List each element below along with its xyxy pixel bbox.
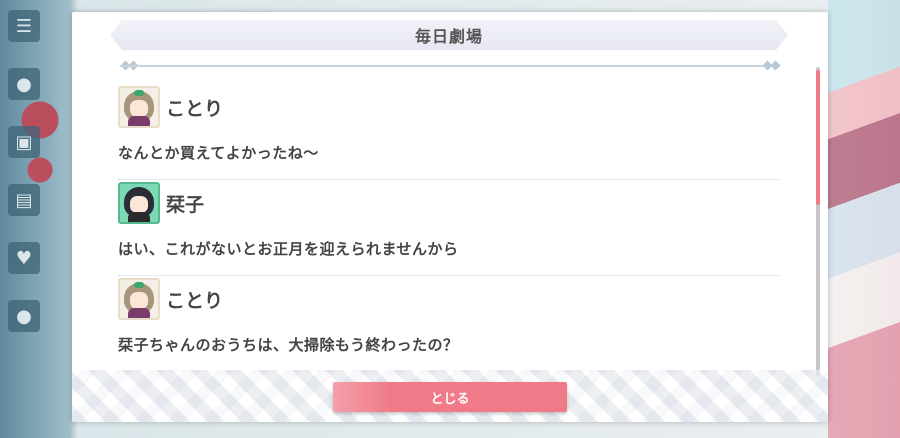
background-menu-icons: ☰ ● ▣ ▤ ♥ ● [8, 10, 44, 358]
speaker-name: ことり [166, 289, 224, 312]
kotori-avatar [118, 278, 160, 320]
chat-icon: ● [8, 68, 40, 100]
message-item: 栞子 はい、これがないとお正月を迎えられませんから [118, 180, 780, 276]
menu-icon: ☰ [8, 10, 40, 42]
background-decoration [828, 0, 900, 438]
daily-theater-dialog: 毎日劇場 ことり なんとか買えてよかったね〜 栞子 はい、これがないとお正月を迎 [72, 12, 828, 422]
speaker-name: 栞子 [166, 193, 205, 216]
dialog-title-bar: 毎日劇場 [110, 20, 788, 50]
dialog-title: 毎日劇場 [414, 27, 483, 46]
members-icon: ● [8, 300, 40, 332]
heart-icon: ♥ [8, 242, 40, 274]
gift-icon: ▤ [8, 184, 40, 216]
shioriko-avatar [118, 182, 160, 224]
divider-diamond-icon [770, 60, 781, 71]
scrollbar-thumb[interactable] [816, 70, 820, 205]
speaker-name: ことり [166, 97, 224, 120]
title-divider [120, 65, 780, 67]
scrollbar[interactable] [816, 67, 820, 377]
present-icon: ▣ [8, 126, 40, 158]
message-text: はい、これがないとお正月を迎えられませんから [118, 240, 459, 258]
message-list[interactable]: ことり なんとか買えてよかったね〜 栞子 はい、これがないとお正月を迎えられませ… [118, 84, 780, 372]
message-item: ことり なんとか買えてよかったね〜 [118, 84, 780, 180]
message-text: 栞子ちゃんのおうちは、大掃除もう終わったの？ [118, 336, 459, 354]
message-text: なんとか買えてよかったね〜 [118, 144, 319, 162]
message-item: ことり 栞子ちゃんのおうちは、大掃除もう終わったの？ [118, 276, 780, 372]
kotori-avatar [118, 86, 160, 128]
close-button[interactable]: とじる [333, 382, 567, 412]
